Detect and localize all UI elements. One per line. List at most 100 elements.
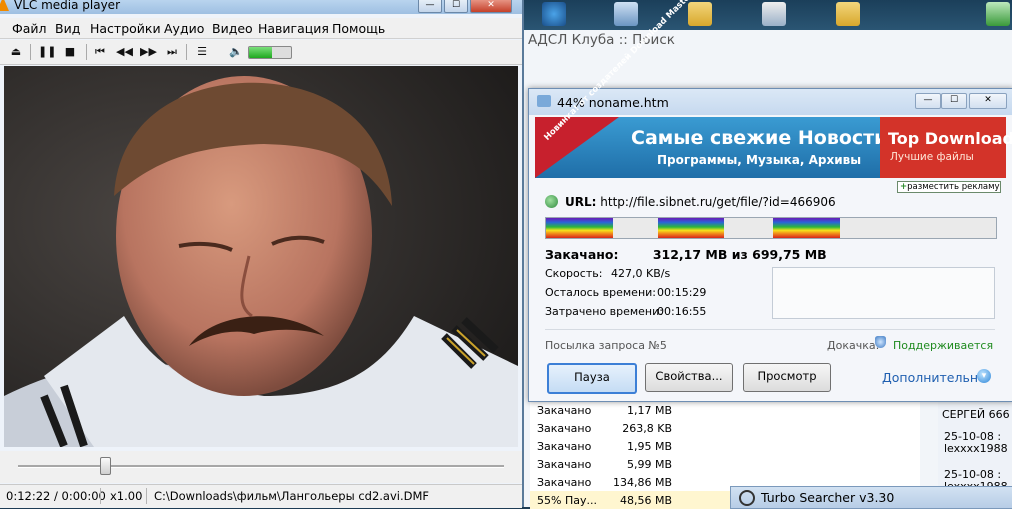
resume-value: Поддерживается (893, 339, 994, 352)
downloaded-value: 312,17 MB из 699,75 MB (652, 247, 827, 262)
shield-icon (875, 336, 886, 348)
progress-segment (658, 218, 724, 238)
place-ad-link[interactable]: +разместить рекламу (897, 181, 1001, 193)
download-master-icon (537, 95, 551, 107)
desktop-icons-strip (524, 0, 1012, 30)
status-bar: 0:12:22 / 0:00:00 x1.00 C:\Downloads\фил… (0, 484, 522, 508)
playback-toolbar: ⏏ ❚❚ ■ ⏮ ◀◀ ▶▶ ⏭ ☰ 🔈 (0, 40, 522, 65)
list-item[interactable]: Закачано 1,95 MB (530, 437, 920, 455)
chevron-down-icon[interactable]: ▾ (977, 369, 991, 383)
separator (86, 44, 87, 60)
dm-titlebar[interactable]: 44% noname.htm — ☐ ✕ (529, 89, 1012, 115)
magnifier-icon (739, 490, 755, 506)
remaining-label: Осталось времени: (545, 286, 656, 299)
menu-navigation[interactable]: Навигация (258, 21, 329, 36)
list-item[interactable]: Закачано 263,8 KB (530, 419, 920, 437)
fast-forward-icon[interactable]: ▶▶ (140, 44, 157, 60)
menu-view[interactable]: Вид (55, 21, 80, 36)
app-icon[interactable] (986, 2, 1010, 26)
elapsed-label: Затрачено времени: (545, 305, 663, 318)
separator (30, 44, 31, 60)
vlc-titlebar[interactable]: VLC media player — ☐ ✕ (0, 0, 522, 14)
pause-icon[interactable]: ❚❚ (38, 44, 56, 60)
vlc-window: VLC media player — ☐ ✕ Файл Вид Настройк… (0, 0, 524, 508)
speed-graph-box (772, 267, 995, 319)
download-master-dialog: 44% noname.htm — ☐ ✕ Новинка! от создате… (528, 0, 1012, 402)
seek-track[interactable] (18, 465, 504, 468)
start-orb-icon[interactable] (542, 2, 566, 26)
folder-icon[interactable] (836, 2, 860, 26)
speed-value: 427,0 KB/s (611, 267, 671, 280)
vlc-title: VLC media player (14, 0, 121, 12)
url-row: URL: http://file.sibnet.ru/get/file/?id=… (565, 195, 836, 209)
file-path: C:\Downloads\фильм\Лангольеры cd2.avi.DM… (154, 489, 430, 503)
list-item[interactable]: Закачано 5,99 MB (530, 455, 920, 473)
next-icon[interactable]: ⏭ (164, 44, 180, 60)
seek-thumb[interactable] (100, 457, 112, 475)
maximize-button[interactable]: ☐ (444, 0, 468, 13)
globe-icon (545, 195, 558, 208)
document-icon[interactable] (762, 2, 786, 26)
ad-banner[interactable]: Новинка! от создателей Download Master С… (535, 0, 1012, 178)
menu-help[interactable]: Помощь (332, 21, 385, 36)
speed-display[interactable]: x1.00 (110, 489, 142, 503)
divider (100, 488, 101, 504)
brand-sub: Лучшие файлы (890, 151, 974, 163)
speed-label: Скорость: (545, 267, 603, 280)
menu-file[interactable]: Файл (12, 21, 47, 36)
turbo-searcher-taskbar-item[interactable]: Turbo Searcher v3.30 (730, 486, 1012, 509)
menu-audio[interactable]: Аудио (164, 21, 204, 36)
maximize-button[interactable]: ☐ (941, 93, 967, 109)
request-status: Посылка запроса №5 (545, 339, 667, 352)
volume-fill (249, 47, 273, 58)
stop-icon[interactable]: ■ (62, 44, 78, 60)
downloaded-row: Закачано: 312,17 MB из 699,75 MB (545, 247, 827, 262)
menu-settings[interactable]: Настройки (90, 21, 161, 36)
playlist-icon[interactable]: ☰ (194, 44, 210, 60)
properties-button[interactable]: Свойства... (645, 363, 733, 392)
pause-button[interactable]: Пауза (547, 363, 637, 394)
ribbon-shape (535, 117, 619, 178)
top-downloads-logo: Top Downloads Лучшие файлы (880, 117, 1012, 178)
remaining-value: 00:15:29 (657, 286, 707, 299)
divider (146, 488, 147, 504)
eject-icon[interactable]: ⏏ (8, 44, 24, 60)
list-item[interactable]: Закачано 1,17 MB (530, 401, 920, 419)
forum-user: СЕРГЕЙ 666 (942, 408, 1010, 421)
forum-panel: СЕРГЕЙ 666 25-10-08 : lexxxx1988 25-10-0… (938, 398, 1012, 493)
menu-bar: Файл Вид Настройки Аудио Видео Навигация… (0, 18, 522, 39)
banner-subline: Программы, Музыка, Архивы (657, 153, 862, 167)
close-button[interactable]: ✕ (969, 93, 1007, 109)
brand-name: Top Downloads (888, 129, 1012, 148)
video-content (4, 66, 518, 447)
divider (545, 329, 995, 330)
volume-slider[interactable] (248, 46, 292, 59)
url-value[interactable]: http://file.sibnet.ru/get/file/?id=46690… (600, 195, 835, 209)
download-progress (545, 217, 997, 239)
video-frame[interactable] (4, 66, 518, 447)
turbo-searcher-title: Turbo Searcher v3.30 (761, 490, 895, 505)
elapsed-value: 00:16:55 (657, 305, 707, 318)
resume-label: Докачка: (827, 339, 880, 352)
banner-headline: Самые свежие Новости (631, 127, 888, 149)
close-button[interactable]: ✕ (470, 0, 512, 13)
vlc-cone-icon (0, 0, 9, 11)
more-link[interactable]: Дополнительно (882, 370, 986, 385)
time-display: 0:12:22 / 0:00:00 (6, 489, 106, 503)
progress-segment (773, 218, 840, 238)
folder-icon[interactable] (688, 2, 712, 26)
progress-segment (546, 218, 613, 238)
preview-button[interactable]: Просмотр (743, 363, 831, 392)
seek-bar-area (0, 451, 522, 483)
shortcut-icon[interactable] (614, 2, 638, 26)
forum-user: lexxxx1988 (944, 442, 1008, 455)
menu-video[interactable]: Видео (212, 21, 253, 36)
separator (186, 44, 187, 60)
minimize-button[interactable]: — (418, 0, 442, 13)
url-label: URL: (565, 195, 597, 209)
minimize-button[interactable]: — (915, 93, 941, 109)
previous-icon[interactable]: ⏮ (92, 44, 108, 60)
downloaded-label: Закачано: (545, 247, 619, 262)
speaker-icon[interactable]: 🔈 (228, 44, 244, 60)
rewind-icon[interactable]: ◀◀ (116, 44, 133, 60)
